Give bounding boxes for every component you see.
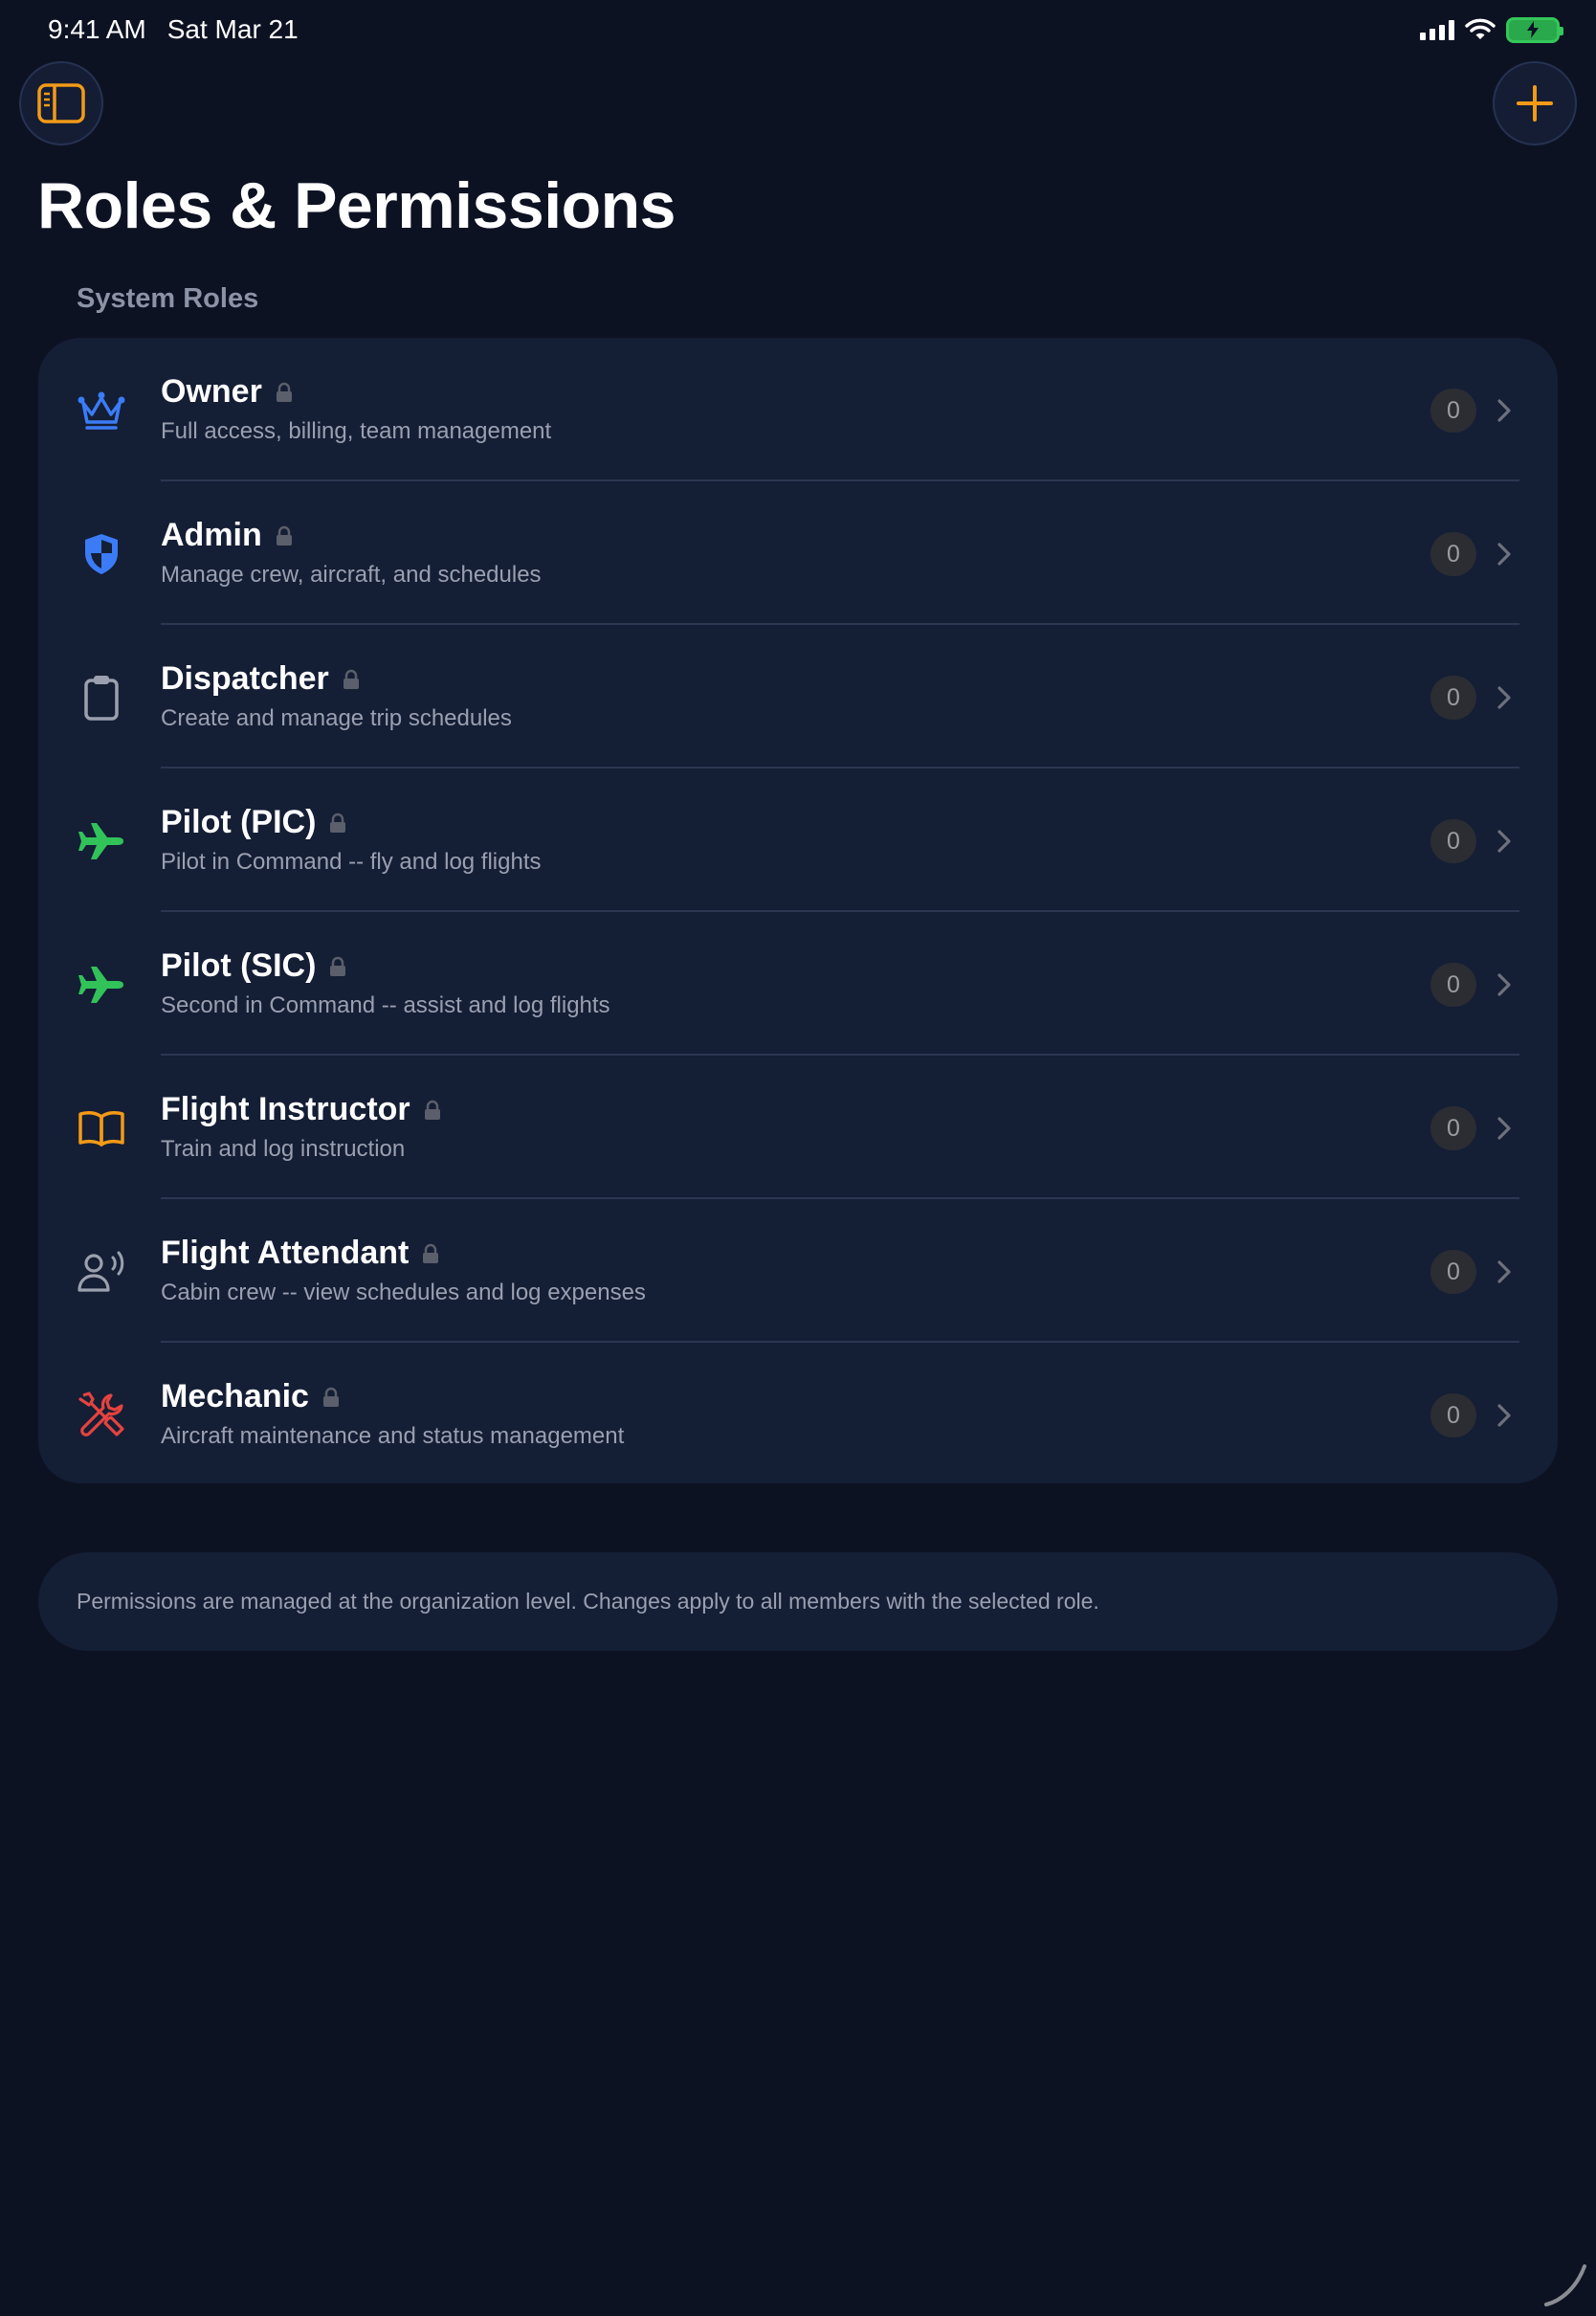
cellular-signal-icon	[1420, 19, 1454, 40]
status-date: Sat Mar 21	[166, 14, 299, 44]
sidebar-icon	[37, 83, 85, 123]
chevron-right-icon	[1495, 1258, 1514, 1285]
sidebar-toggle-button[interactable]	[19, 61, 103, 145]
chevron-right-icon	[1495, 971, 1514, 998]
role-description: Cabin crew -- view schedules and log exp…	[161, 1280, 646, 1305]
page-title: Roles & Permissions	[37, 169, 676, 242]
chevron-right-icon	[1495, 1115, 1514, 1142]
lock-icon	[422, 1243, 439, 1264]
lock-icon	[343, 669, 360, 690]
chevron-right-icon	[1495, 1402, 1514, 1429]
info-note-text: Permissions are managed at the organizat…	[77, 1589, 1099, 1614]
role-description: Pilot in Command -- fly and log flights	[161, 849, 542, 875]
chevron-right-icon	[1495, 684, 1514, 711]
chevron-right-icon	[1495, 828, 1514, 855]
role-name: Owner	[161, 373, 262, 410]
airplane-icon	[75, 958, 128, 1012]
add-role-button[interactable]	[1493, 61, 1577, 145]
member-count-badge: 0	[1430, 1250, 1476, 1294]
member-count-badge: 0	[1430, 819, 1476, 863]
role-name: Pilot (PIC)	[161, 804, 317, 840]
chevron-right-icon	[1495, 541, 1514, 568]
lock-icon	[276, 382, 293, 403]
wifi-icon	[1465, 18, 1496, 39]
role-description: Manage crew, aircraft, and schedules	[161, 562, 542, 588]
role-description: Second in Command -- assist and log flig…	[161, 992, 610, 1018]
wrench-screwdriver-icon	[75, 1389, 128, 1442]
member-count-badge: 0	[1430, 676, 1476, 720]
roles-permissions-screen: 9:41 AM Sat Mar 21 Roles & Permissions S…	[0, 0, 1596, 2316]
lock-icon	[322, 1387, 340, 1408]
plus-icon	[1517, 85, 1553, 122]
role-row-dispatcher[interactable]: Dispatcher Create and manage trip schedu…	[38, 625, 1558, 768]
role-row-admin[interactable]: Admin Manage crew, aircraft, and schedul…	[38, 481, 1558, 625]
role-name: Flight Attendant	[161, 1235, 410, 1271]
airplane-icon	[75, 814, 128, 868]
lock-icon	[329, 813, 346, 834]
role-name: Pilot (SIC)	[161, 947, 317, 984]
role-name: Mechanic	[161, 1378, 309, 1414]
system-roles-list: Owner Full access, billing, team managem…	[38, 338, 1558, 1483]
role-row-flight-instructor[interactable]: Flight Instructor Train and log instruct…	[38, 1056, 1558, 1199]
role-row-mechanic[interactable]: Mechanic Aircraft maintenance and status…	[38, 1343, 1558, 1486]
role-row-pilot-pic[interactable]: Pilot (PIC) Pilot in Command -- fly and …	[38, 768, 1558, 912]
lock-icon	[424, 1100, 441, 1121]
section-header-system-roles: System Roles	[77, 283, 259, 314]
member-count-badge: 0	[1430, 389, 1476, 433]
lock-icon	[276, 525, 293, 546]
chevron-right-icon	[1495, 397, 1514, 424]
member-count-badge: 0	[1430, 1106, 1476, 1150]
permissions-info-note: Permissions are managed at the organizat…	[38, 1552, 1558, 1651]
role-description: Create and manage trip schedules	[161, 705, 512, 731]
member-count-badge: 0	[1430, 1393, 1476, 1437]
role-name: Flight Instructor	[161, 1091, 410, 1127]
member-count-badge: 0	[1430, 532, 1476, 576]
role-name: Dispatcher	[161, 660, 329, 697]
shield-icon	[75, 527, 128, 581]
battery-charging-icon	[1506, 16, 1563, 43]
role-description: Aircraft maintenance and status manageme…	[161, 1423, 625, 1449]
clipboard-icon	[75, 671, 128, 724]
crown-icon	[75, 384, 128, 437]
status-bar: 9:41 AM Sat Mar 21	[0, 0, 1596, 59]
role-row-owner[interactable]: Owner Full access, billing, team managem…	[38, 338, 1558, 481]
status-time: 9:41 AM	[48, 14, 146, 44]
role-row-pilot-sic[interactable]: Pilot (SIC) Second in Command -- assist …	[38, 912, 1558, 1056]
role-description: Train and log instruction	[161, 1136, 406, 1162]
person-speaking-icon	[75, 1245, 128, 1299]
role-row-flight-attendant[interactable]: Flight Attendant Cabin crew -- view sche…	[38, 1199, 1558, 1343]
role-description: Full access, billing, team management	[161, 418, 552, 444]
resize-handle-icon[interactable]	[1542, 2262, 1588, 2308]
book-icon	[75, 1102, 128, 1155]
member-count-badge: 0	[1430, 963, 1476, 1007]
lock-icon	[329, 956, 346, 977]
role-name: Admin	[161, 517, 262, 553]
